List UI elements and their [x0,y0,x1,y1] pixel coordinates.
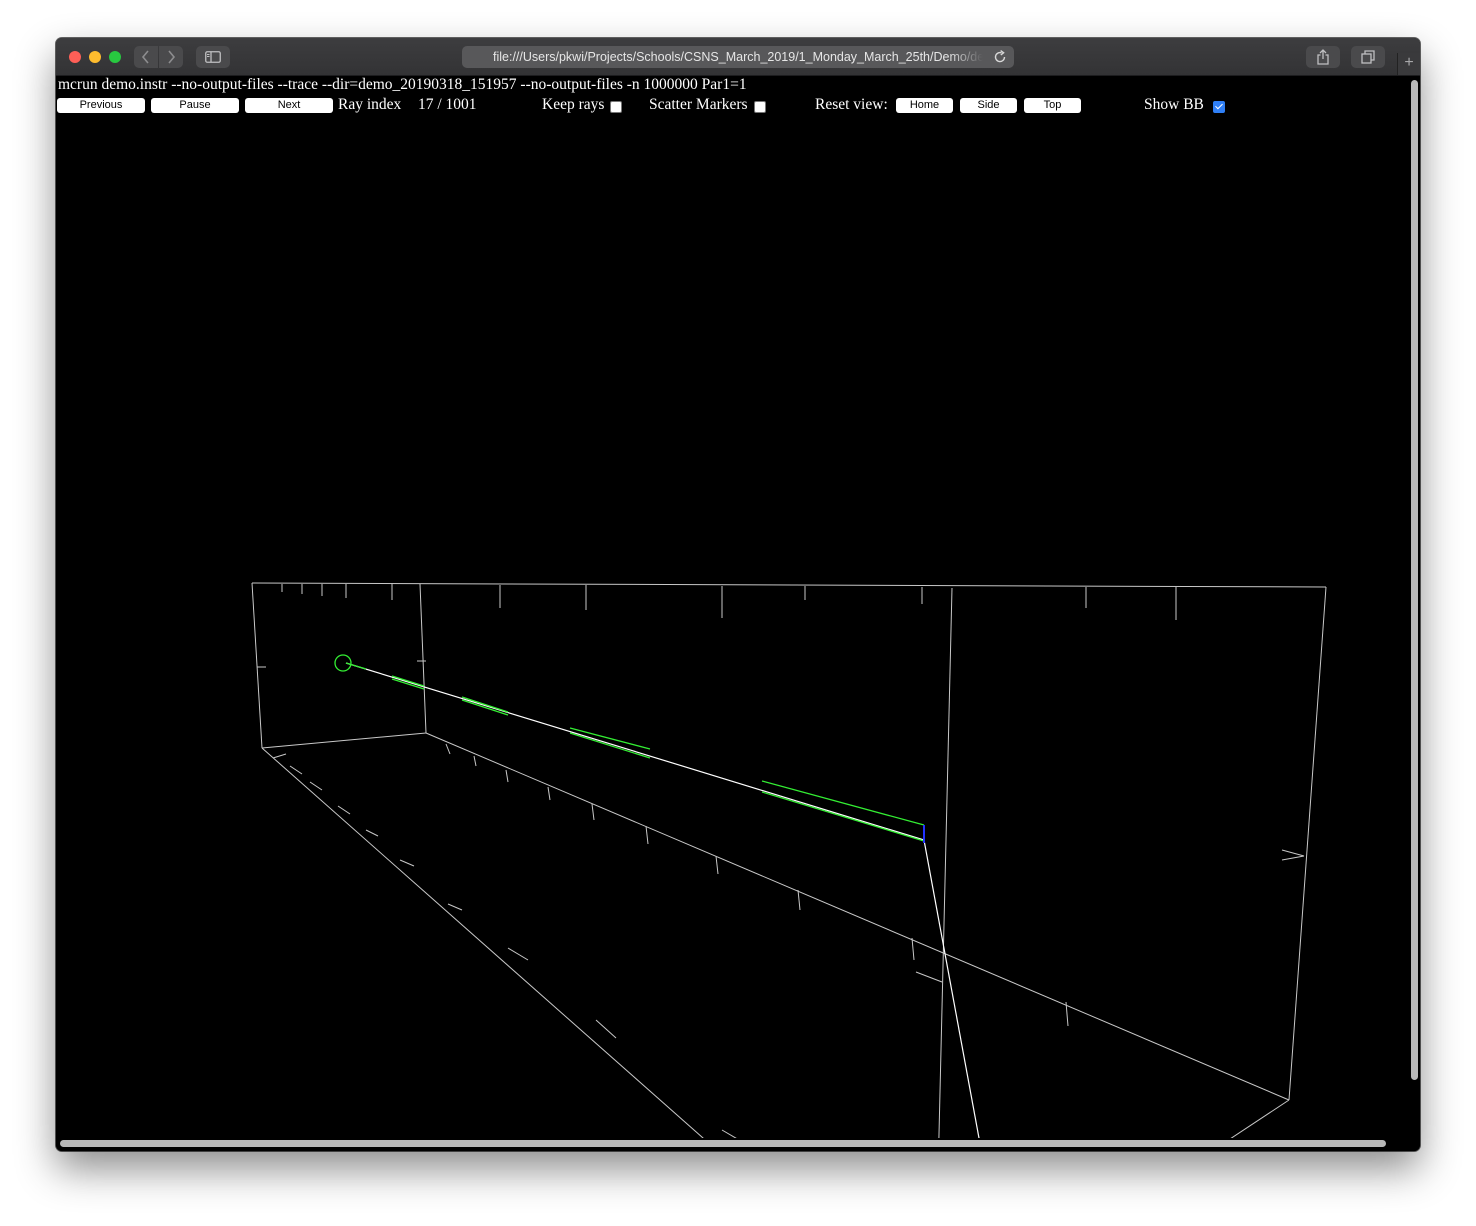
ray-index-value: 17 / 1001 [418,96,477,113]
guide-segment-2 [461,696,509,713]
scatter-markers-checkbox[interactable] [754,101,766,113]
minimize-window-button[interactable] [89,51,101,63]
guide-segment-4-lower [761,791,925,842]
home-view-button[interactable]: Home [896,98,953,113]
ray-index-label: Ray index [338,96,402,113]
horizontal-scrollbar[interactable] [60,1140,1386,1147]
back-button[interactable] [134,46,158,68]
next-button[interactable]: Next [245,98,333,113]
axis-ticks [257,584,1305,1138]
chevron-right-icon [168,50,176,64]
guide-segment-2-lower [461,699,509,716]
guide-segment-4 [761,780,925,826]
sidebar-icon [205,51,221,63]
keep-rays-label: Keep rays [542,96,605,113]
chevron-left-icon [141,50,149,64]
sidebar-toggle-button[interactable] [196,46,230,68]
show-bb-label: Show BB [1144,96,1204,113]
share-icon [1317,49,1329,65]
neutron-ray [345,662,980,1138]
new-tab-button[interactable]: + [1397,53,1420,75]
keep-rays-checkbox[interactable] [610,101,622,113]
tabs-overview-button[interactable] [1351,46,1385,68]
source-circle [334,654,352,672]
show-bb-checkbox[interactable] [1213,101,1225,113]
pause-button[interactable]: Pause [151,98,239,113]
forward-button[interactable] [159,46,183,68]
top-view-button[interactable]: Top [1024,98,1081,113]
vertical-scrollbar[interactable] [1411,80,1418,1080]
controls-bar: Previous Pause Next Ray index 17 / 1001 … [56,95,1396,115]
tabs-icon [1361,50,1375,64]
share-button[interactable] [1306,46,1340,68]
address-bar[interactable]: file:///Users/pkwi/Projects/Schools/CSNS… [462,46,1014,68]
browser-titlebar: file:///Users/pkwi/Projects/Schools/CSNS… [56,38,1420,76]
3d-trace-viewport[interactable] [56,114,1406,1138]
command-line-text: mcrun demo.instr --no-output-files --tra… [58,76,747,93]
reset-view-label: Reset view: [815,96,888,113]
side-view-button[interactable]: Side [960,98,1017,113]
close-window-button[interactable] [69,51,81,63]
scatter-markers-label: Scatter Markers [649,96,748,113]
address-bar-url: file:///Users/pkwi/Projects/Schools/CSNS… [493,50,983,64]
reload-icon[interactable] [992,49,1008,65]
bounding-box [251,582,1327,1138]
browser-window: file:///Users/pkwi/Projects/Schools/CSNS… [56,38,1420,1151]
page-content: mcrun demo.instr --no-output-files --tra… [56,76,1420,1151]
zoom-window-button[interactable] [109,51,121,63]
previous-button[interactable]: Previous [57,98,145,113]
